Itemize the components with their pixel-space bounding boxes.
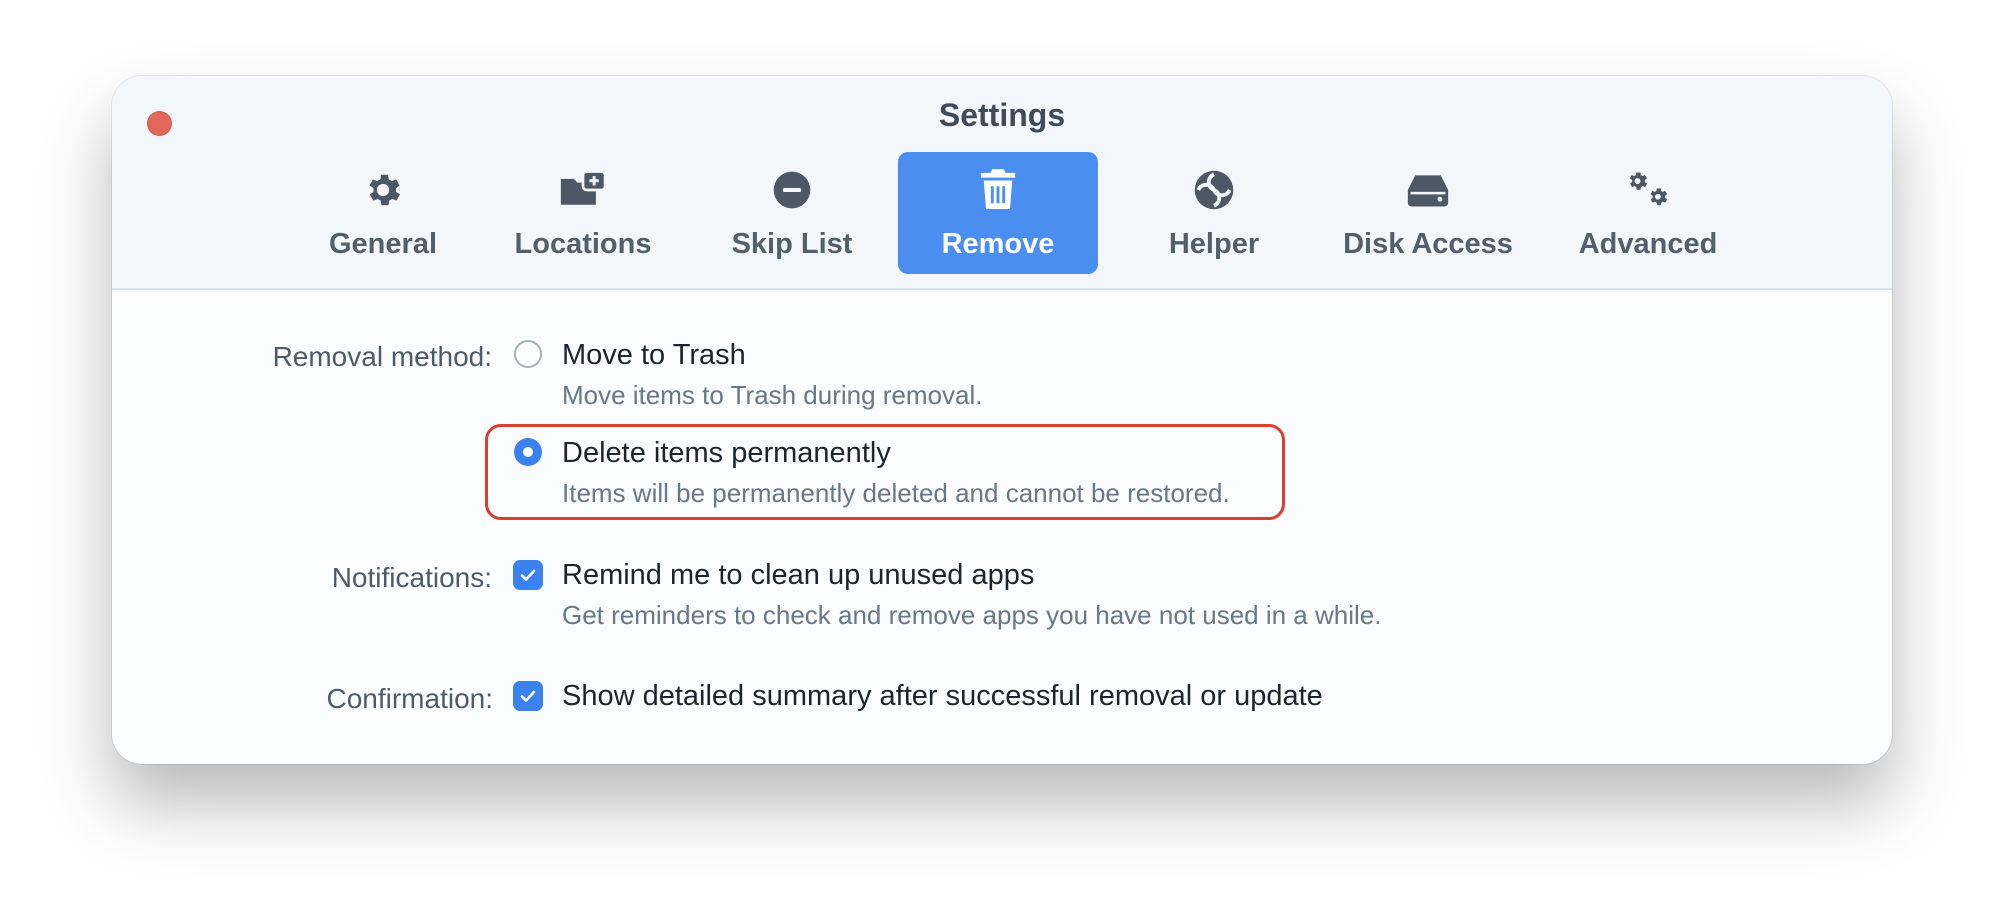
option-delete-permanently-description: Items will be permanently deleted and ca… xyxy=(562,478,1230,508)
tab-advanced[interactable]: Advanced xyxy=(1558,152,1738,274)
radio-delete-permanently[interactable] xyxy=(514,438,542,466)
confirmation-checkbox[interactable] xyxy=(513,681,543,711)
tab-disk-access-label: Disk Access xyxy=(1343,228,1513,260)
checkmark-icon xyxy=(520,569,536,581)
tab-locations[interactable]: Locations xyxy=(498,152,668,274)
tab-disk-access[interactable]: Disk Access xyxy=(1328,152,1528,274)
option-move-to-trash-title[interactable]: Move to Trash xyxy=(562,339,746,372)
toolbar: Settings General Locations Skip List Rem… xyxy=(112,76,1892,290)
radio-move-to-trash[interactable] xyxy=(514,340,542,368)
tab-helper-label: Helper xyxy=(1168,228,1260,260)
trash-icon xyxy=(974,166,1022,214)
option-move-to-trash-description: Move items to Trash during removal. xyxy=(562,380,983,410)
tab-skip-list[interactable]: Skip List xyxy=(712,152,872,274)
tab-remove[interactable]: Remove xyxy=(898,152,1098,274)
removal-method-label: Removal method: xyxy=(272,341,492,372)
minus-circle-icon xyxy=(768,166,816,214)
tab-advanced-label: Advanced xyxy=(1578,228,1718,260)
tab-skip-list-label: Skip List xyxy=(731,228,853,260)
tab-general[interactable]: General xyxy=(308,152,458,274)
folder-add-icon xyxy=(559,166,607,214)
gears-icon xyxy=(1624,166,1672,214)
notifications-checkbox[interactable] xyxy=(513,560,543,590)
notifications-label: Notifications: xyxy=(331,562,492,593)
confirmation-label: Confirmation: xyxy=(326,683,493,714)
checkmark-icon xyxy=(520,690,536,702)
notifications-option-description: Get reminders to check and remove apps y… xyxy=(562,600,1382,630)
tab-locations-label: Locations xyxy=(514,228,652,260)
confirmation-option-title[interactable]: Show detailed summary after successful r… xyxy=(562,680,1323,713)
tab-helper[interactable]: Helper xyxy=(1154,152,1274,274)
hard-drive-icon xyxy=(1404,166,1452,214)
window-title: Settings xyxy=(938,97,1066,133)
helper-icon xyxy=(1190,166,1238,214)
notifications-option-title[interactable]: Remind me to clean up unused apps xyxy=(562,559,1034,592)
settings-window: Settings General Locations Skip List Rem… xyxy=(112,76,1892,764)
gear-icon xyxy=(359,166,407,214)
tab-general-label: General xyxy=(329,228,437,260)
tab-remove-label: Remove xyxy=(941,228,1055,260)
option-delete-permanently-title[interactable]: Delete items permanently xyxy=(562,437,891,470)
